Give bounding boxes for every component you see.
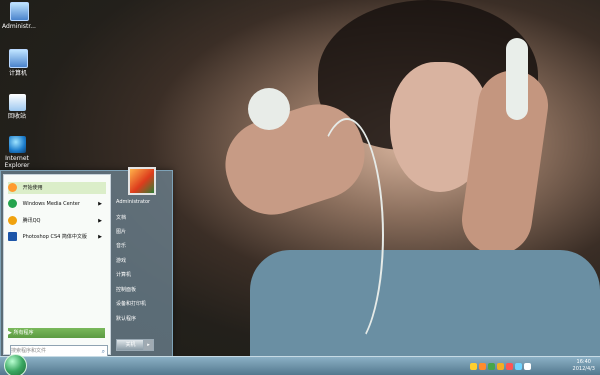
clock-date: 2012/4/3 <box>572 366 595 372</box>
desktop-label-internet-explorer: Internet Explorer <box>4 155 30 169</box>
user-folder-icon <box>9 2 29 21</box>
tray-icon-5[interactable] <box>506 363 513 370</box>
start-item-label: 腾讯QQ <box>22 218 41 224</box>
tray-icon-6[interactable] <box>515 363 522 370</box>
system-clock[interactable]: 16:40 2012/4/3 <box>573 359 595 373</box>
computer-icon <box>8 49 28 68</box>
desktop-icon-computer[interactable]: 计算机 <box>1 49 35 77</box>
media-center-icon <box>8 199 17 208</box>
desktop-icon-internet-explorer[interactable]: Internet Explorer <box>0 136 34 169</box>
tray-icon-2[interactable] <box>479 363 486 370</box>
tray-icon-7[interactable] <box>524 363 531 370</box>
right-item-documents[interactable]: 文档 <box>116 214 126 221</box>
desktop-label-computer: 计算机 <box>8 70 27 77</box>
headphone-left <box>248 88 290 130</box>
right-item-games[interactable]: 游戏 <box>116 257 126 264</box>
start-button[interactable] <box>4 354 27 375</box>
tray-icon-1[interactable] <box>470 363 477 370</box>
system-tray <box>470 363 531 370</box>
right-item-devices-printers[interactable]: 设备和打印机 <box>116 300 146 307</box>
start-item-media-center[interactable]: Windows Media Center ▶ <box>8 198 106 210</box>
user-picture[interactable] <box>128 167 156 195</box>
right-item-music[interactable]: 音乐 <box>116 242 126 249</box>
desktop-icon-administrator[interactable]: Administr... <box>2 2 36 30</box>
start-item-label: 开始使用 <box>22 185 43 191</box>
right-item-administrator[interactable]: Administrator <box>116 199 150 205</box>
headphone-cable <box>310 118 384 352</box>
recycle-bin-icon <box>8 94 26 111</box>
qq-icon <box>8 216 17 225</box>
start-item-label: Photoshop CS4 简体中文版 <box>22 234 87 240</box>
right-item-computer[interactable]: 计算机 <box>116 271 131 278</box>
shutdown-options-button[interactable]: ▸ <box>143 339 154 351</box>
photoshop-icon <box>8 232 17 241</box>
desktop-icon-recycle-bin[interactable]: 回收站 <box>0 94 34 120</box>
desktop: Administr... 计算机 回收站 Internet Explorer 开… <box>0 0 600 375</box>
start-item-photoshop[interactable]: Photoshop CS4 简体中文版 ▶ <box>8 231 106 243</box>
chevron-right-icon: ▶ <box>98 234 102 240</box>
start-item-getting-started[interactable]: 开始使用 <box>8 182 106 194</box>
internet-explorer-icon <box>8 136 26 153</box>
start-menu-left-panel: 开始使用 Windows Media Center ▶ 腾讯QQ ▶ Photo… <box>3 174 111 357</box>
headphone-right <box>506 38 528 120</box>
desktop-label-administrator: Administr... <box>2 23 36 30</box>
all-programs-label: 所有程序 <box>13 330 34 336</box>
right-item-default-programs[interactable]: 默认程序 <box>116 315 136 322</box>
tray-icon-3[interactable] <box>488 363 495 370</box>
chevron-right-icon: ▶ <box>98 201 102 207</box>
taskbar: 16:40 2012/4/3 <box>0 354 600 375</box>
desktop-label-recycle-bin: 回收站 <box>7 113 26 120</box>
start-menu: 开始使用 Windows Media Center ▶ 腾讯QQ ▶ Photo… <box>0 167 173 358</box>
getting-started-icon <box>8 183 17 192</box>
start-item-label: Windows Media Center <box>22 201 80 207</box>
start-item-qq[interactable]: 腾讯QQ ▶ <box>8 215 106 227</box>
clock-time: 16:40 <box>576 359 591 365</box>
right-item-pictures[interactable]: 图片 <box>116 228 126 235</box>
chevron-right-icon: ▶ <box>98 218 102 224</box>
wallpaper-shirt <box>250 250 600 360</box>
tray-icon-4[interactable] <box>497 363 504 370</box>
right-item-control-panel[interactable]: 控制面板 <box>116 286 136 293</box>
shutdown-button[interactable]: 关机 <box>116 339 145 351</box>
start-menu-right-panel: Administrator 文档 图片 音乐 游戏 计算机 控制面板 设备和打印… <box>112 167 170 354</box>
all-programs-button[interactable]: ▶ 所有程序 <box>8 328 105 338</box>
